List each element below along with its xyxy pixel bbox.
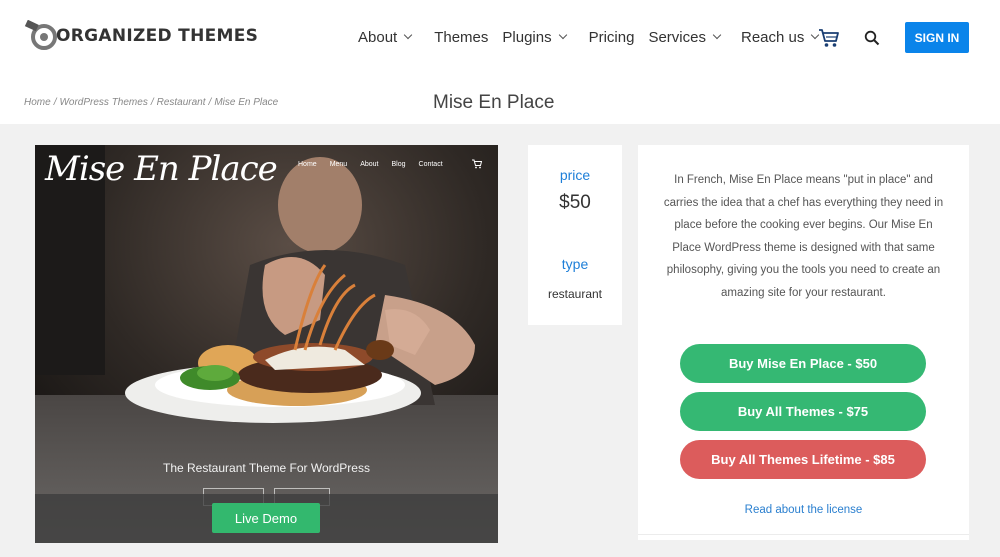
nav-themes-label: Themes — [434, 28, 489, 46]
site-header: ORGANIZED THEMES About Themes Plugins Pr… — [0, 0, 1000, 124]
sign-in-button[interactable]: SIGN IN — [905, 22, 969, 53]
logo-text: ORGANIZED THEMES — [56, 26, 259, 46]
breadcrumb-current: Mise En Place — [214, 97, 279, 108]
search-icon[interactable] — [864, 30, 880, 46]
preview-nav-home: Home — [298, 161, 317, 168]
chevron-down-icon — [403, 30, 413, 40]
nav-about-label: About — [358, 28, 398, 46]
description-card: In French, Mise En Place means "put in p… — [638, 145, 969, 540]
preview-nav: Home Menu About Blog Contact — [298, 161, 443, 168]
theme-preview[interactable]: Mise En Place Home Menu About Blog Conta… — [35, 145, 498, 543]
preview-tagline: The Restaurant Theme For WordPress — [163, 461, 370, 475]
live-demo-button[interactable]: Live Demo — [212, 503, 320, 533]
breadcrumb-separator: / — [53, 97, 57, 108]
license-link[interactable]: Read about the license — [638, 504, 969, 516]
nav-reach-us[interactable]: Reach us — [740, 28, 820, 46]
buy-lifetime-button[interactable]: Buy All Themes Lifetime - $85 — [680, 440, 926, 479]
nav-about[interactable]: About — [358, 28, 413, 46]
theme-preview-photo — [35, 145, 498, 543]
preview-cart-icon — [472, 159, 482, 169]
buy-all-themes-button[interactable]: Buy All Themes - $75 — [680, 392, 926, 431]
breadcrumb-home[interactable]: Home — [24, 97, 51, 108]
cart-icon[interactable] — [818, 28, 840, 48]
chevron-down-icon — [558, 30, 567, 40]
preview-nav-blog: Blog — [391, 161, 406, 168]
logo-mark-icon — [24, 20, 57, 50]
breadcrumb-separator: / — [208, 97, 212, 108]
nav-pricing-label: Pricing — [588, 28, 635, 46]
divider — [638, 534, 969, 535]
preview-nav-contact: Contact — [418, 161, 443, 168]
site-logo[interactable]: ORGANIZED THEMES — [24, 20, 258, 52]
theme-description: In French, Mise En Place means "put in p… — [663, 174, 944, 299]
breadcrumb-wordpress-themes[interactable]: WordPress Themes — [59, 97, 147, 108]
chevron-down-icon — [712, 30, 722, 40]
nav-plugins-label: Plugins — [502, 28, 552, 46]
nav-themes[interactable]: Themes — [434, 29, 488, 46]
price-label: price — [559, 167, 591, 183]
breadcrumb: Home / WordPress Themes / Restaurant / Mise En… — [24, 97, 278, 108]
main-nav: About Themes Plugins Pricing Services Re… — [358, 27, 820, 47]
type-label: type — [561, 256, 589, 272]
price-card: price $50 type restaurant — [528, 145, 622, 325]
buy-theme-button[interactable]: Buy Mise En Place - $50 — [680, 344, 926, 383]
nav-pricing[interactable]: Pricing — [589, 29, 635, 46]
nav-reach-us-label: Reach us — [740, 28, 805, 46]
price-value: $50 — [559, 192, 591, 213]
nav-services-label: Services — [648, 28, 706, 46]
preview-nav-about: About — [360, 161, 379, 168]
page-title: Mise En Place — [433, 92, 555, 113]
breadcrumb-separator: / — [150, 97, 154, 108]
breadcrumb-restaurant[interactable]: Restaurant — [157, 97, 206, 108]
preview-nav-menu: Menu — [329, 161, 348, 168]
type-value: restaurant — [547, 287, 603, 301]
nav-plugins[interactable]: Plugins — [502, 28, 567, 46]
nav-services[interactable]: Services — [648, 28, 722, 46]
preview-logo: Mise En Place — [45, 149, 278, 189]
